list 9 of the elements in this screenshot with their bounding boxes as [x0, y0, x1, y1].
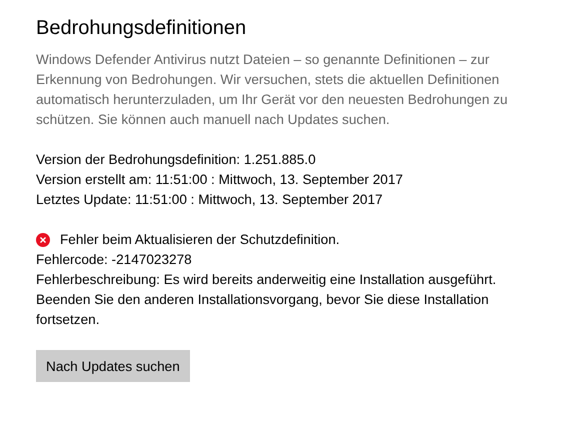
check-updates-button[interactable]: Nach Updates suchen: [36, 350, 190, 382]
error-text: Fehlerbeschreibung: Es wird bereits anderweitig eine Installation ausgeführt. Beenden Sie den anderen Installationsvorgang, bevor Sie diese Installation fortsetzen.: [36, 271, 498, 329]
info-text: Letztes Update: 11:51:00 : Mittwoch, 13. September 2017: [36, 191, 384, 209]
section-title: Bedrohungsdefinitionen: [36, 16, 248, 41]
info-text: Version der Bedrohungsdefinition: 1.251.885.0: [36, 151, 317, 169]
info-text: Version erstellt am: 11:51:00 : Mittwoch, 13. September 2017: [36, 171, 404, 189]
description-text: Windows Defender Antivirus nutzt Dateien – so genannte Definitionen – zur Erkennung von Bedrohungen. Wir versuchen, stets die aktuellen Definitionen automatisch herunterzuladen, um Ihr Gerät vor den neuesten Bedrohungen zu schützen. Sie können auch manuell nach Updates suchen.: [36, 51, 509, 129]
status-message: Fehler beim Aktualisieren der Schutzdefinition.: [60, 231, 340, 249]
error-text: Fehlercode: -2147023278: [36, 251, 193, 269]
